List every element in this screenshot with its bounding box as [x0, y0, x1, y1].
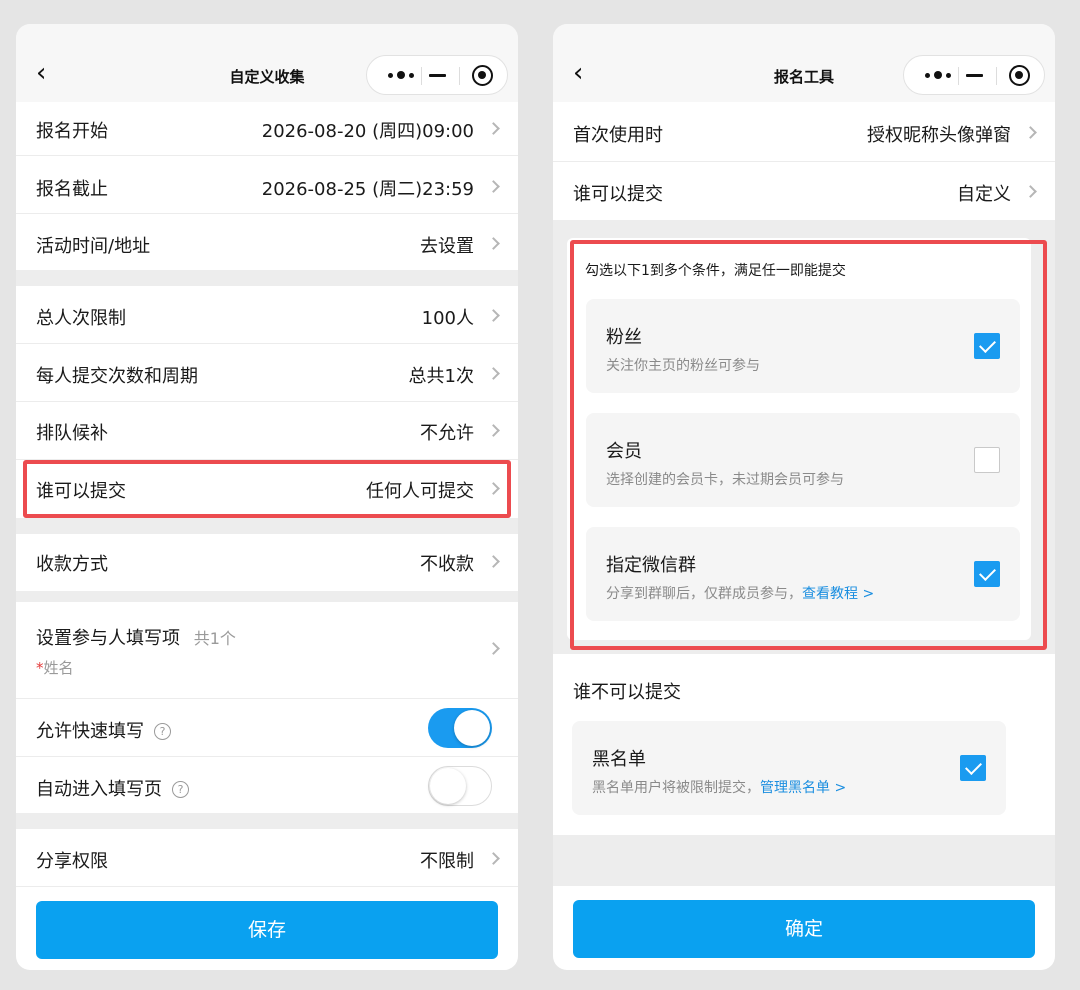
chevron-right-icon — [487, 424, 500, 437]
row-value: 2026-08-25 (周二)23:59 — [261, 179, 474, 200]
nav-bar: ‹ 报名工具 — [553, 24, 1055, 102]
chevron-right-icon — [487, 482, 500, 495]
left-screen: ‹ 自定义收集 报名开始 2026-08-20 (周四)09:00 报名截止 2… — [16, 24, 518, 970]
condition-wechat-group[interactable]: 指定微信群 分享到群聊后，仅群成员参与，查看教程 > — [586, 527, 1020, 621]
condition-desc: 分享到群聊后，仅群成员参与， — [606, 586, 802, 602]
chevron-right-icon — [487, 852, 500, 865]
time-section: 报名开始 2026-08-20 (周四)09:00 报名截止 2026-08-2… — [16, 102, 518, 270]
chevron-right-icon — [487, 237, 500, 250]
row-label: 报名截止 — [36, 179, 108, 200]
settings-section: 首次使用时 授权昵称头像弹窗 谁可以提交 自定义 — [553, 102, 1055, 220]
chevron-right-icon — [1024, 126, 1037, 139]
blacklist-card[interactable]: 黑名单 黑名单用户将被限制提交，管理黑名单 > — [572, 721, 1006, 815]
quick-fill-toggle[interactable] — [428, 708, 492, 748]
field-count: 共1个 — [193, 629, 236, 648]
right-screen: ‹ 报名工具 首次使用时 授权昵称头像弹窗 谁可以提交 自定义 勾选以下1到多个… — [553, 24, 1055, 970]
activity-time-address-row[interactable]: 活动时间/地址 去设置 — [16, 214, 518, 270]
chevron-right-icon — [487, 367, 500, 380]
row-value: 不允许 — [420, 423, 474, 444]
row-value: 任何人可提交 — [366, 481, 474, 502]
first-use-row[interactable]: 首次使用时 授权昵称头像弹窗 — [553, 102, 1055, 161]
more-icon[interactable] — [916, 56, 960, 94]
row-label: 活动时间/地址 — [36, 236, 151, 257]
checkbox-checked[interactable] — [974, 561, 1000, 587]
close-miniprogram-icon[interactable] — [472, 65, 493, 86]
close-miniprogram-icon[interactable] — [1009, 65, 1030, 86]
bottom-section: 分享权限 不限制 保存 — [16, 829, 518, 970]
miniprogram-capsule — [366, 55, 508, 95]
minimize-icon[interactable] — [966, 74, 983, 77]
auto-enter-row: 自动进入填写页? — [16, 757, 518, 813]
checkbox-checked[interactable] — [960, 755, 986, 781]
nav-bar: ‹ 自定义收集 — [16, 24, 518, 102]
fill-section: 设置参与人填写项 共1个 *姓名 允许快速填写? 自动进入填写页? — [16, 602, 518, 813]
condition-title: 粉丝 — [606, 327, 642, 348]
chevron-right-icon — [1024, 185, 1037, 198]
help-icon[interactable]: ? — [154, 723, 171, 740]
section-heading: 谁不可以提交 — [573, 682, 681, 703]
blacklist-desc: 黑名单用户将被限制提交， — [592, 780, 760, 796]
payment-method-row[interactable]: 收款方式 不收款 — [16, 534, 518, 591]
miniprogram-capsule — [903, 55, 1045, 95]
payment-section: 收款方式 不收款 — [16, 534, 518, 591]
row-label: 分享权限 — [36, 851, 108, 872]
bottom-bar: 确定 — [553, 886, 1055, 970]
row-value: 2026-08-20 (周四)09:00 — [261, 121, 474, 142]
condition-members[interactable]: 会员 选择创建的会员卡，未过期会员可参与 — [586, 413, 1020, 507]
chevron-right-icon — [487, 642, 500, 655]
who-can-submit-row[interactable]: 谁可以提交 任何人可提交 — [16, 460, 518, 518]
required-star: * — [36, 659, 44, 677]
signup-start-row[interactable]: 报名开始 2026-08-20 (周四)09:00 — [16, 102, 518, 155]
chevron-right-icon — [487, 555, 500, 568]
condition-desc: 关注你主页的粉丝可参与 — [606, 358, 760, 374]
blacklist-title: 黑名单 — [592, 749, 646, 770]
total-limit-row[interactable]: 总人次限制 100人 — [16, 286, 518, 343]
checkbox-unchecked[interactable] — [974, 447, 1000, 473]
row-label: 每人提交次数和周期 — [36, 366, 198, 387]
row-label: 允许快速填写 — [36, 721, 144, 742]
save-button[interactable]: 保存 — [36, 901, 498, 959]
row-value: 自定义 — [957, 184, 1011, 205]
view-tutorial-link[interactable]: 查看教程 > — [802, 586, 874, 602]
share-permission-row[interactable]: 分享权限 不限制 — [16, 829, 518, 886]
row-value: 授权昵称头像弹窗 — [867, 125, 1011, 146]
chevron-right-icon — [487, 180, 500, 193]
row-label: 谁可以提交 — [573, 184, 663, 205]
row-label: 报名开始 — [36, 121, 108, 142]
limit-section: 总人次限制 100人 每人提交次数和周期 总共1次 排队候补 不允许 谁可以提交… — [16, 286, 518, 518]
per-person-submit-row[interactable]: 每人提交次数和周期 总共1次 — [16, 344, 518, 401]
row-label: 谁可以提交 — [36, 481, 126, 502]
auto-enter-toggle[interactable] — [428, 766, 492, 806]
signup-end-row[interactable]: 报名截止 2026-08-25 (周二)23:59 — [16, 156, 518, 213]
row-value: 去设置 — [420, 236, 474, 257]
row-value: 100人 — [421, 308, 474, 329]
condition-title: 指定微信群 — [606, 555, 696, 576]
participant-fields-row[interactable]: 设置参与人填写项 共1个 *姓名 — [16, 602, 518, 698]
who-can-submit-row[interactable]: 谁可以提交 自定义 — [553, 162, 1055, 220]
more-icon[interactable] — [379, 56, 423, 94]
minimize-icon[interactable] — [429, 74, 446, 77]
row-label: 排队候补 — [36, 423, 108, 444]
quick-fill-row: 允许快速填写? — [16, 699, 518, 756]
condition-fans[interactable]: 粉丝 关注你主页的粉丝可参与 — [586, 299, 1020, 393]
waitlist-row[interactable]: 排队候补 不允许 — [16, 402, 518, 459]
manage-blacklist-link[interactable]: 管理黑名单 > — [760, 780, 846, 796]
checkbox-checked[interactable] — [974, 333, 1000, 359]
conditions-hint: 勾选以下1到多个条件，满足任一即能提交 — [585, 263, 846, 279]
chevron-right-icon — [487, 122, 500, 135]
row-value: 不收款 — [420, 554, 474, 575]
row-value: 总共1次 — [408, 366, 474, 387]
field-name: 姓名 — [43, 659, 74, 677]
help-icon[interactable]: ? — [172, 781, 189, 798]
chevron-right-icon — [487, 309, 500, 322]
row-label: 设置参与人填写项 — [36, 628, 180, 649]
row-label: 总人次限制 — [36, 308, 126, 329]
row-label: 自动进入填写页 — [36, 779, 162, 800]
row-label: 收款方式 — [36, 554, 108, 575]
condition-desc: 选择创建的会员卡，未过期会员可参与 — [606, 472, 844, 488]
row-value: 不限制 — [420, 851, 474, 872]
confirm-button[interactable]: 确定 — [573, 900, 1035, 958]
condition-title: 会员 — [606, 441, 642, 462]
row-label: 首次使用时 — [573, 125, 663, 146]
